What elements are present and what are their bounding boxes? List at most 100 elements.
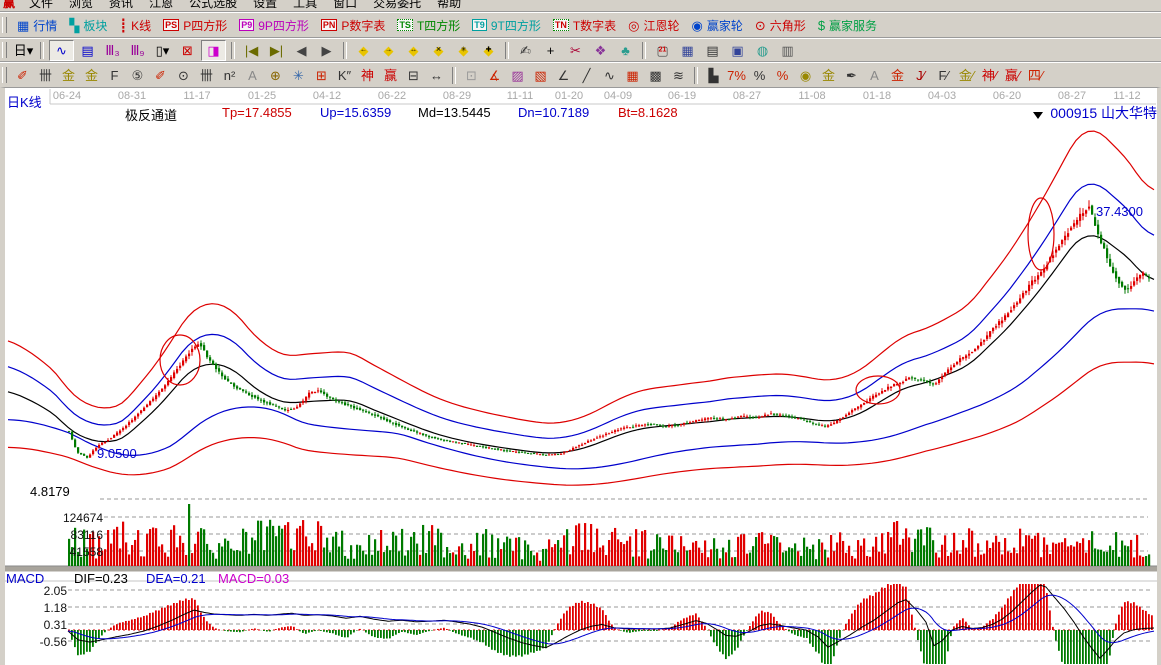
seven-pct-tool-icon[interactable]: 7% <box>726 66 747 85</box>
grid-box-tool-icon[interactable]: ⊞ <box>311 66 332 85</box>
menu-item[interactable]: 江恩 <box>141 0 181 11</box>
gold-line-tool-icon[interactable]: 金 <box>818 66 839 85</box>
p-square-button[interactable]: PS P四方形 <box>157 16 233 35</box>
t-square-button[interactable]: TS T四方形 <box>391 16 466 35</box>
menu-item[interactable]: 公式选股 <box>181 0 245 11</box>
si-slash-tool-icon[interactable]: 四∕ <box>1025 66 1046 85</box>
slash-tool-icon[interactable]: ╱ <box>576 66 597 85</box>
lines3-tool-icon[interactable]: ≋ <box>668 66 689 85</box>
gold-slash-tool-icon[interactable]: 金∕ <box>956 66 977 85</box>
save-icon[interactable]: ▣ <box>726 41 749 60</box>
menu-item[interactable]: 资讯 <box>101 0 141 11</box>
crosshair-icon[interactable]: + <box>539 41 562 60</box>
stat-bars-tool-icon[interactable]: ▙ <box>703 66 724 85</box>
menu-item[interactable]: 设置 <box>245 0 285 11</box>
compass-tool-icon[interactable]: ⊕ <box>265 66 286 85</box>
fan-lines-tool-icon[interactable]: ∡ <box>484 66 505 85</box>
pattern-tool-icon[interactable]: ♣ <box>614 41 637 60</box>
ying-tool-icon[interactable]: 赢 <box>380 66 401 85</box>
measure-icon[interactable]: ✂ <box>564 41 587 60</box>
menu-item[interactable]: 窗口 <box>325 0 365 11</box>
menu-item[interactable]: 交易委托 <box>365 0 429 11</box>
candle-style-icon[interactable]: ▯▾ <box>151 41 174 60</box>
menu-item[interactable]: 帮助 <box>429 0 469 11</box>
star-grid-tool-icon[interactable]: ✳ <box>288 66 309 85</box>
first-bar-icon[interactable]: |◀ <box>240 41 263 60</box>
gann-diamond-cross-icon[interactable]: ◆ ✕ <box>427 41 450 60</box>
menu-item[interactable]: 文件 <box>21 0 61 11</box>
menu-item[interactable]: 浏览 <box>61 0 101 11</box>
knife2-tool-icon[interactable]: ✐ <box>150 66 171 85</box>
prev-bar-icon[interactable]: ◀ <box>290 41 313 60</box>
gann-diamond-left-icon[interactable]: ◆ ← <box>352 41 375 60</box>
gold-red-tool-icon[interactable]: 金 <box>887 66 908 85</box>
last-bar-icon[interactable]: ▶| <box>265 41 288 60</box>
angle-lines-tool-icon[interactable]: ∠ <box>553 66 574 85</box>
box-tool-icon[interactable]: ⊡ <box>461 66 482 85</box>
gann-box-icon[interactable]: ⊠ <box>176 41 199 60</box>
wave-box-tool-icon[interactable]: ∿ <box>599 66 620 85</box>
f-gate-tool-icon[interactable]: F <box>104 66 125 85</box>
chart-panel[interactable] <box>0 87 1161 665</box>
compress3-icon[interactable]: Ⅲ₃ <box>101 41 124 60</box>
a-wave-tool-icon[interactable]: A <box>864 66 885 85</box>
gold-gate-tool-icon[interactable]: 金 <box>58 66 79 85</box>
winner-wheel-button[interactable]: ◉ 赢家轮 <box>686 16 749 35</box>
notes-icon[interactable]: ▤ <box>701 41 724 60</box>
grid2-tool-icon[interactable]: ▦ <box>622 66 643 85</box>
gann-diamond-right-icon[interactable]: ◆ → <box>377 41 400 60</box>
toolbar-grip[interactable] <box>2 42 7 58</box>
gann-wheel-button[interactable]: ◎ 江恩轮 <box>622 16 685 35</box>
color-histogram-icon[interactable]: ◨ <box>201 40 226 61</box>
ink-pen-tool-icon[interactable]: ✒ <box>841 66 862 85</box>
hexagon-button[interactable]: ⊙ 六角形 <box>749 16 812 35</box>
grid3-tool-icon[interactable]: ▩ <box>645 66 666 85</box>
gold-gate2-tool-icon[interactable]: 金 <box>81 66 102 85</box>
ying-slash-tool-icon[interactable]: 赢∕ <box>1002 66 1023 85</box>
p-number-button[interactable]: PN P数字表 <box>315 16 392 35</box>
red-pct-tool-icon[interactable]: % <box>772 66 793 85</box>
gate3-tool-icon[interactable]: 卌 <box>196 66 217 85</box>
t-number-button[interactable]: TN T数字表 <box>547 16 622 35</box>
calculator-icon[interactable]: ▦ <box>676 41 699 60</box>
n2-tool-icon[interactable]: n² <box>219 66 240 85</box>
knife-tool-icon[interactable]: ✐ <box>12 66 33 85</box>
shen-slash-tool-icon[interactable]: 神∕ <box>979 66 1000 85</box>
fan-box-tool-icon[interactable]: ▧ <box>530 66 551 85</box>
export-icon[interactable]: ◍ <box>751 41 774 60</box>
p9-square-button[interactable]: P9 9P四方形 <box>233 16 315 35</box>
fan-grid-tool-icon[interactable]: ▨ <box>507 66 528 85</box>
trend-chart-icon[interactable]: ∿ <box>49 40 74 61</box>
quotes-button[interactable]: ▦ 行情 <box>11 16 63 35</box>
k-quote-tool-icon[interactable]: K″ <box>334 66 355 85</box>
sectors-button[interactable]: ▚ 板块 <box>63 16 113 35</box>
window-tool-icon[interactable]: ❖ <box>589 41 612 60</box>
compress9-icon[interactable]: Ⅲ₉ <box>126 41 149 60</box>
kline-button[interactable]: ┋ K线 <box>113 16 157 35</box>
gate-count-tool-icon[interactable]: 卌 <box>35 66 56 85</box>
j-line-tool-icon[interactable]: J∕ <box>910 66 931 85</box>
menu-item[interactable]: 工具 <box>285 0 325 11</box>
pct-tool-icon[interactable]: % <box>749 66 770 85</box>
span-arrow-tool-icon[interactable]: ↔ <box>426 66 447 85</box>
gann-diamond-plus-icon[interactable]: ◆ ✚ <box>477 41 500 60</box>
gann-diamond-star-icon[interactable]: ◆ ✳ <box>452 41 475 60</box>
ruler123-tool-icon[interactable]: ⊟ <box>403 66 424 85</box>
t9-square-button[interactable]: T9 9T四方形 <box>466 16 547 35</box>
gold-circle-tool-icon[interactable]: ◉ <box>795 66 816 85</box>
gann-diamond-expand-icon[interactable]: ◆ ↔ <box>402 41 425 60</box>
clock-circle-tool-icon[interactable]: ⊙ <box>173 66 194 85</box>
hand-write-icon[interactable]: ✍ <box>514 41 537 60</box>
f10-info-icon[interactable]: ▤ <box>76 41 99 60</box>
five-tool-icon[interactable]: ⑤ <box>127 66 148 85</box>
mirror-a-tool-icon[interactable]: A <box>242 66 263 85</box>
period-day-button[interactable]: 日▾ <box>12 41 35 60</box>
f-line-tool-icon[interactable]: F∕ <box>933 66 954 85</box>
shen-tool-icon[interactable]: 神 <box>357 66 378 85</box>
calendar-icon[interactable]: ▢ 21 <box>651 41 674 60</box>
winner-service-button[interactable]: $ 赢家服务 <box>812 16 883 35</box>
next-bar-icon[interactable]: ▶ <box>315 41 338 60</box>
toolbar-grip[interactable] <box>2 67 7 83</box>
print-icon[interactable]: ▥ <box>776 41 799 60</box>
toolbar-grip[interactable] <box>2 17 7 33</box>
